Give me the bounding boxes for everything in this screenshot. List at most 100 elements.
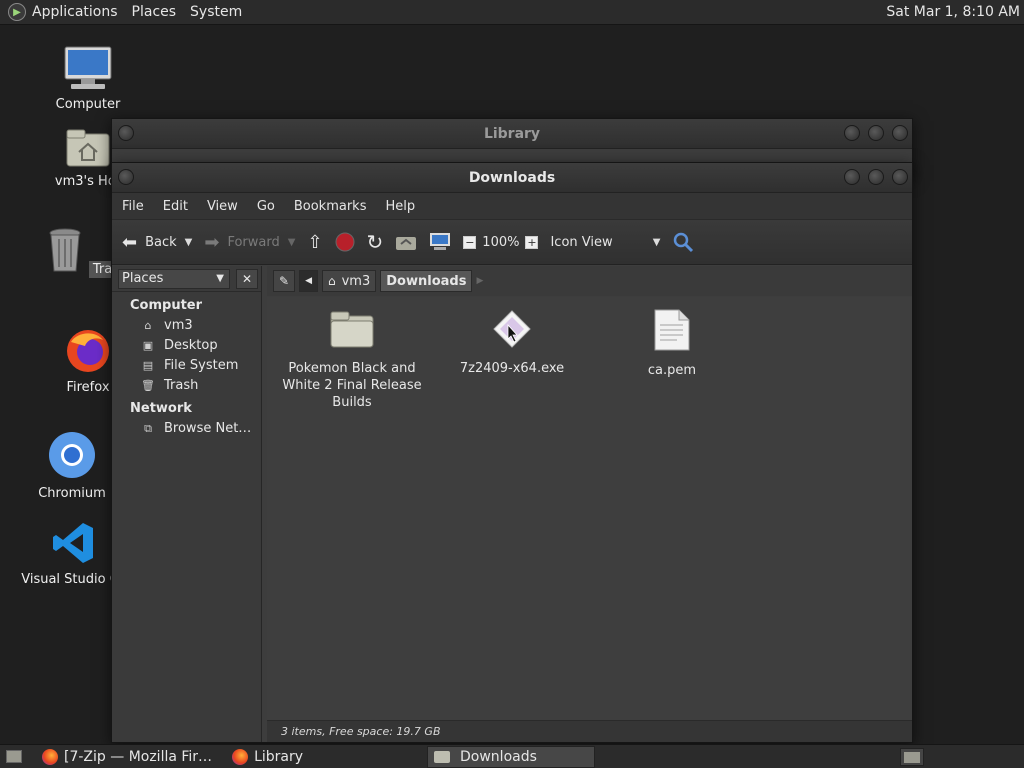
menu-bookmarks[interactable]: Bookmarks xyxy=(294,199,367,214)
show-desktop-button[interactable] xyxy=(0,746,28,768)
sidebar-header: Places ▼ ✕ xyxy=(112,266,261,292)
status-bar: 3 items, Free space: 19.7 GB xyxy=(267,720,912,742)
workspace-switcher[interactable] xyxy=(900,748,924,766)
file-view[interactable]: Pokemon Black and White 2 Final Release … xyxy=(267,297,912,720)
show-desktop-icon xyxy=(6,750,22,763)
menubar: File Edit View Go Bookmarks Help xyxy=(112,193,912,219)
text-file-icon xyxy=(654,309,690,351)
menu-help[interactable]: Help xyxy=(385,199,415,214)
computer-button[interactable] xyxy=(429,232,451,252)
trash-icon xyxy=(49,228,81,272)
zoom-out-button[interactable]: − xyxy=(463,235,477,249)
minimize-button[interactable] xyxy=(844,169,860,185)
home-icon xyxy=(396,237,417,250)
forward-button[interactable]: ➡ Forward ▼ xyxy=(204,232,295,253)
menu-file[interactable]: File xyxy=(122,199,144,214)
task-downloads[interactable]: Downloads xyxy=(427,745,596,768)
window-title: Downloads xyxy=(468,169,556,186)
home-button[interactable] xyxy=(395,233,417,251)
sidebar-item-trash[interactable]: 🗑 Trash xyxy=(140,378,261,393)
mate-logo-icon[interactable]: ▶ xyxy=(8,3,26,21)
maximize-button[interactable] xyxy=(868,125,884,141)
workspace-icon xyxy=(904,751,920,763)
zoom-level[interactable]: 100% xyxy=(482,235,519,250)
sidebar-selector[interactable]: Places ▼ xyxy=(118,268,230,289)
back-button[interactable]: ⬅ Back ▼ xyxy=(122,232,192,253)
task-label: Library xyxy=(254,748,304,765)
maximize-button[interactable] xyxy=(868,169,884,185)
menu-view[interactable]: View xyxy=(207,199,238,214)
applications-menu[interactable]: Applications xyxy=(32,4,118,20)
file-item-ca-pem[interactable]: ca.pem xyxy=(597,309,747,379)
chevron-down-icon: ▼ xyxy=(652,236,661,248)
close-button[interactable] xyxy=(892,125,908,141)
window-menu-button[interactable] xyxy=(118,125,134,141)
menu-edit[interactable]: Edit xyxy=(163,199,188,214)
places-menu[interactable]: Places xyxy=(132,4,177,20)
close-button[interactable] xyxy=(892,169,908,185)
reload-button[interactable]: ↻ xyxy=(367,230,384,254)
sidebar-selector-label: Places xyxy=(122,271,164,286)
desktop-icon-computer[interactable]: Computer xyxy=(33,45,143,112)
chevron-right-icon[interactable]: ▶ xyxy=(476,276,483,286)
menu-go[interactable]: Go xyxy=(257,199,275,214)
file-name: ca.pem xyxy=(647,363,697,378)
desktop-icon-label: Computer xyxy=(55,97,121,112)
reload-icon: ↻ xyxy=(366,230,384,254)
window-menu-button[interactable] xyxy=(118,169,134,185)
search-icon xyxy=(674,232,694,253)
path-button-downloads[interactable]: Downloads xyxy=(380,270,473,292)
up-button[interactable]: ⇧ xyxy=(307,232,322,253)
zoom-in-button[interactable]: + xyxy=(525,235,539,249)
sidebar-item-desktop[interactable]: ▣ Desktop xyxy=(140,338,261,353)
path-back-scroll-button[interactable]: ◀ xyxy=(299,270,318,292)
back-arrow-icon: ⬅ xyxy=(122,231,138,253)
sidebar-item-browse-network[interactable]: ⧉ Browse Net… xyxy=(140,421,261,436)
sidebar-item-file-system[interactable]: ▤ File System xyxy=(140,358,261,373)
home-folder-icon xyxy=(66,129,110,167)
clock[interactable]: Sat Mar 1, 8:10 AM xyxy=(886,4,1020,20)
stop-button[interactable] xyxy=(335,232,355,252)
path-button-vm3[interactable]: ⌂ vm3 xyxy=(321,270,377,292)
file-item-pokemon-folder[interactable]: Pokemon Black and White 2 Final Release … xyxy=(277,309,427,411)
network-icon: ⧉ xyxy=(144,421,152,435)
drive-icon: ▤ xyxy=(142,359,154,372)
back-label: Back xyxy=(145,234,177,250)
search-button[interactable] xyxy=(672,231,694,253)
downloads-titlebar[interactable]: Downloads xyxy=(112,163,912,193)
computer-icon xyxy=(64,46,112,89)
places-sidebar: Places ▼ ✕ Computer ⌂ vm3 ▣ Desktop ▤ Fi… xyxy=(112,266,262,742)
file-name: Pokemon Black and White 2 Final Release … xyxy=(282,361,422,410)
back-dropdown-icon[interactable]: ▼ xyxy=(185,237,193,248)
task-label: Downloads xyxy=(460,748,537,765)
sidebar-item-label: vm3 xyxy=(164,318,193,333)
minimize-button[interactable] xyxy=(844,125,860,141)
system-menu[interactable]: System xyxy=(190,4,242,20)
executable-icon xyxy=(493,310,531,348)
chevron-down-icon: ▼ xyxy=(216,273,224,284)
zoom-out-icon: − xyxy=(463,235,477,249)
sidebar-item-vm3[interactable]: ⌂ vm3 xyxy=(140,318,261,333)
library-titlebar[interactable]: Library xyxy=(112,119,912,149)
zoom-in-icon: + xyxy=(525,235,539,249)
task-library[interactable]: Library xyxy=(226,746,309,768)
view-mode-label: Icon View xyxy=(550,234,613,250)
home-folder-icon: ⌂ xyxy=(144,319,152,332)
forward-dropdown-icon[interactable]: ▼ xyxy=(288,237,296,248)
up-arrow-icon: ⇧ xyxy=(307,231,323,253)
downloads-window[interactable]: Downloads File Edit View Go Bookmarks He… xyxy=(111,162,913,743)
home-folder-icon: ⌂ xyxy=(327,274,336,288)
edit-location-icon: ✎ xyxy=(279,274,290,288)
edit-location-button[interactable]: ✎ xyxy=(273,270,296,292)
task-firefox-7zip[interactable]: [7-Zip — Mozilla Fir… xyxy=(36,746,218,768)
firefox-icon xyxy=(232,748,249,765)
firefox-icon xyxy=(42,748,58,765)
chevron-left-icon: ◀ xyxy=(305,276,312,286)
view-mode-select[interactable]: Icon View ▼ xyxy=(550,235,660,250)
sidebar-close-button[interactable]: ✕ xyxy=(236,268,258,289)
path-bar: ✎ ◀ ⌂ vm3 Downloads ▶ xyxy=(267,266,912,296)
file-item-7zip-exe[interactable]: 7z2409-x64.exe xyxy=(437,309,587,377)
sidebar-item-label: Desktop xyxy=(164,338,218,353)
folder-icon xyxy=(434,750,451,763)
path-button-label: Downloads xyxy=(386,273,467,289)
